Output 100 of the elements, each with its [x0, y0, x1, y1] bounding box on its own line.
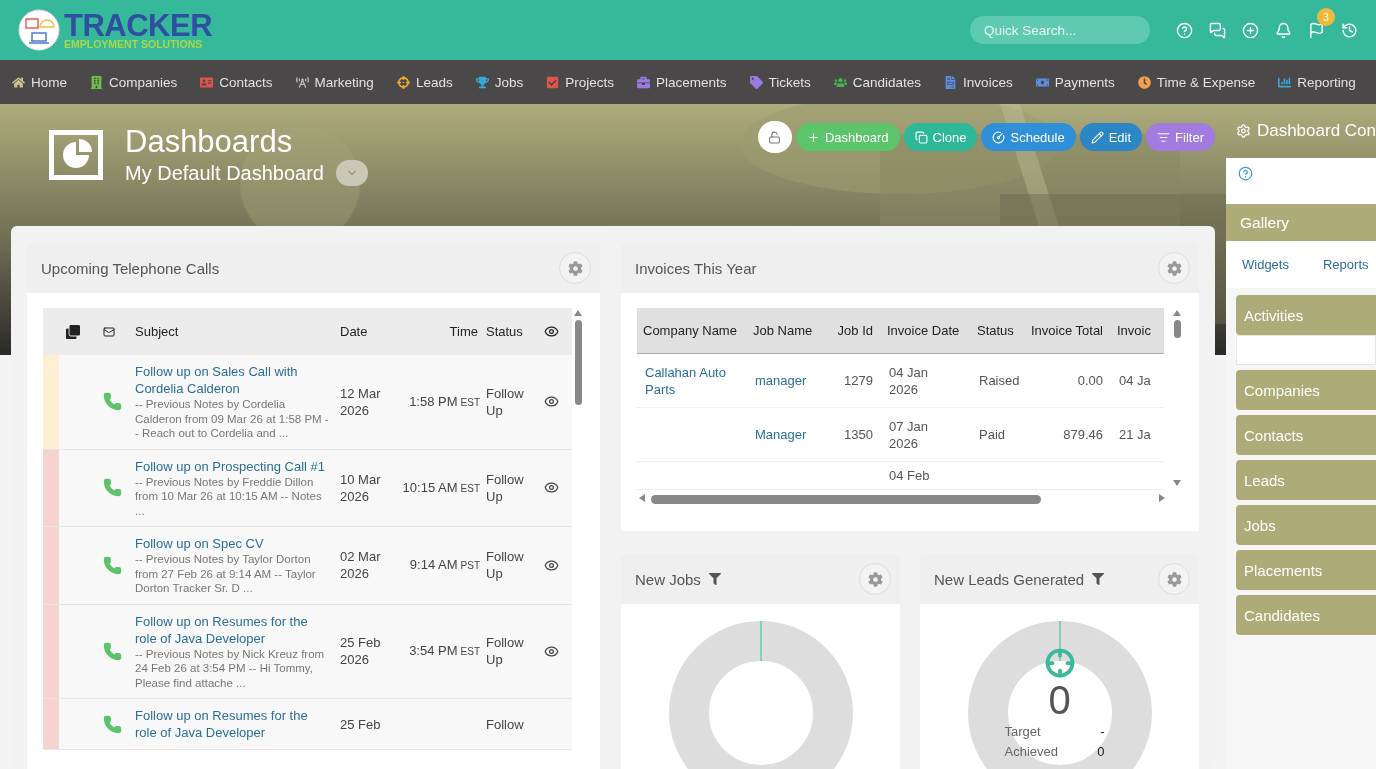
action-button[interactable]: Edit — [1079, 123, 1143, 151]
time-text: 10:15 AM EST — [402, 478, 480, 497]
date-text: 25 Feb 2026 — [340, 634, 382, 669]
mail-icon[interactable] — [103, 325, 115, 338]
column-header: Invoic — [1111, 308, 1164, 354]
column-header: Time — [448, 324, 479, 339]
widget-title: New Leads Generated — [934, 570, 1085, 588]
subject-link[interactable]: Follow up on Spec CV — [135, 535, 264, 552]
eye-icon[interactable] — [544, 643, 559, 659]
eye-icon[interactable] — [544, 557, 559, 573]
target-icon — [1044, 648, 1075, 678]
nav-item[interactable]: Companies — [90, 74, 178, 90]
status-text: Follow Up — [486, 548, 525, 583]
nav-item[interactable]: Candidates — [833, 74, 922, 90]
subject-link[interactable]: Follow up on Sales Call with Cordelia Calderon — [135, 363, 332, 397]
table-cell: 21 Ja — [1119, 426, 1151, 443]
subject-link[interactable]: Follow up on Resumes for the role of Java Developer — [135, 707, 332, 741]
scrollbar-thumb[interactable] — [574, 320, 582, 405]
search-field[interactable]: Quick Search... — [970, 16, 1150, 44]
scrollbar-thumb[interactable] — [651, 494, 1041, 504]
pencil-icon — [1090, 130, 1104, 144]
date-text: 10 Mar 2026 — [340, 470, 382, 505]
nav-item[interactable]: Tickets — [749, 74, 811, 90]
column-header: Job Name — [747, 308, 831, 354]
add-icon[interactable] — [1242, 21, 1259, 39]
notes-text: -- Previous Notes by Nick Kreuz from 24 Feb 26 at 3:54 PM -- Hi Tommy, Please find attache ... — [135, 646, 326, 690]
time-text: 9:14 AM PST — [409, 556, 480, 575]
nav-item[interactable]: Placements — [637, 74, 727, 90]
nav-item[interactable]: Reporting — [1278, 74, 1356, 90]
lock-icon — [768, 130, 782, 144]
logo-subtitle: EMPLOYMENT SOLUTIONS — [64, 39, 204, 50]
column-header: Status — [971, 308, 1029, 354]
company-link[interactable]: Callahan Auto Parts — [645, 363, 747, 398]
filter-icon[interactable] — [708, 573, 721, 585]
scroll-down-arrow[interactable] — [1173, 478, 1181, 488]
column-header: Job Id — [831, 308, 881, 354]
table-cell-text: 04 Jan 2026 — [889, 363, 930, 398]
chat-icon[interactable] — [1209, 21, 1226, 39]
page-title: Dashboards — [125, 124, 294, 160]
job-link[interactable]: Manager — [755, 426, 807, 443]
time-text: 1:58 PM EST — [409, 392, 480, 411]
gallery-tab[interactable]: Widgets — [1242, 257, 1289, 272]
scroll-up-arrow[interactable] — [1173, 308, 1181, 318]
subject-link[interactable]: Follow up on Prospecting Call #1 — [135, 457, 326, 475]
nav-item[interactable]: Contacts — [200, 74, 273, 90]
settings-button[interactable] — [559, 252, 591, 284]
filter-icon[interactable] — [1092, 573, 1105, 585]
scroll-right-arrow[interactable] — [1159, 494, 1167, 504]
phone-icon — [103, 555, 122, 575]
status-text: Follow Up — [486, 470, 525, 505]
scroll-up-arrow[interactable] — [574, 308, 582, 318]
date-text: 02 Mar 2026 — [340, 548, 382, 583]
nav-item[interactable]: Jobs — [475, 74, 524, 90]
eye-icon[interactable] — [544, 480, 559, 496]
scroll-left-arrow[interactable] — [637, 494, 645, 504]
bell-icon[interactable] — [1275, 21, 1292, 39]
phone-icon — [103, 392, 122, 412]
eye-icon[interactable] — [544, 394, 559, 410]
nav-item[interactable]: Leads — [396, 74, 453, 90]
notification-badge: 3 — [1317, 7, 1335, 26]
settings-button[interactable] — [1158, 563, 1190, 595]
widget-title: Invoices This Year — [635, 259, 757, 277]
scrollbar-thumb[interactable] — [1173, 320, 1181, 338]
gear-icon — [867, 571, 883, 587]
stat-label: Target — [1004, 723, 1042, 741]
help-icon[interactable] — [1238, 166, 1253, 181]
dashboard-name: My Default Dashboard — [125, 161, 324, 185]
time-text: 3:54 PM EST — [409, 642, 480, 661]
copy-icon[interactable] — [66, 324, 80, 339]
column-header: Invoice Date — [881, 308, 971, 354]
job-link[interactable]: manager — [755, 372, 807, 389]
logo-icon — [18, 9, 60, 51]
widget-title: Upcoming Telephone Calls — [41, 259, 220, 277]
status-text: Follow Up — [486, 634, 525, 669]
action-button[interactable]: Filter — [1146, 123, 1215, 151]
notes-text: -- Previous Notes by Freddie Dillon from 10 Mar 26 at 10:15 AM -- Notes ... — [135, 474, 323, 518]
pie-chart-icon — [49, 130, 103, 180]
table-cell: 0.00 — [1077, 372, 1103, 389]
gallery-tab[interactable]: Reports — [1322, 257, 1369, 272]
table-cell: Raised — [979, 372, 1020, 389]
nav-item[interactable]: Marketing — [295, 74, 374, 90]
nav-item[interactable]: Invoices — [944, 74, 1013, 90]
nav-item[interactable]: Time & Expense — [1137, 74, 1256, 90]
table-cell-text: 07 Jan 2026 — [889, 417, 930, 452]
settings-button[interactable] — [1158, 252, 1190, 284]
history-icon[interactable] — [1341, 21, 1358, 39]
flag-icon[interactable] — [1308, 21, 1325, 39]
date-text: 25 Feb — [340, 715, 381, 733]
action-button[interactable]: Schedule — [981, 123, 1076, 151]
plus-icon — [806, 130, 820, 144]
gauge-icon — [992, 130, 1006, 144]
gear-icon — [567, 260, 583, 276]
subject-link[interactable]: Follow up on Resumes for the role of Java Developer — [135, 612, 332, 647]
nav-item[interactable]: Payments — [1035, 74, 1115, 90]
settings-button[interactable] — [859, 563, 891, 595]
table-cell: Paid — [979, 426, 1006, 443]
nav-item[interactable]: Projects — [546, 74, 614, 90]
call-row[interactable]: Follow up on Resumes for the role of Java Developer 25 Feb Follow — [43, 699, 572, 750]
nav-item[interactable]: Home — [12, 74, 67, 90]
phone-icon — [103, 714, 122, 734]
